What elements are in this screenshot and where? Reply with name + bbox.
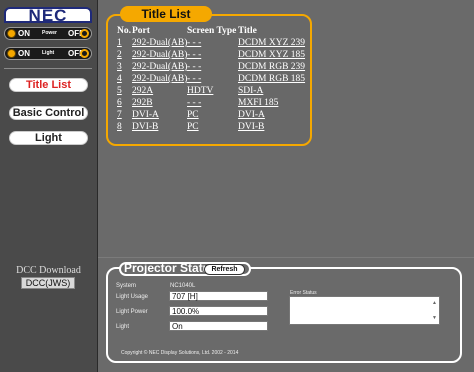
power-on-label: ON	[18, 29, 30, 38]
row-type-link[interactable]: PC	[187, 110, 199, 120]
light-usage-field: 707 [H]	[169, 291, 268, 301]
table-row: 2 292-Dual(AB) - - - DCDM XYZ 185	[117, 50, 312, 62]
nav-basic-control[interactable]: Basic Control	[9, 106, 88, 120]
dcc-jws-button[interactable]: DCC(JWS)	[21, 277, 75, 289]
nav-title-list[interactable]: Title List	[9, 78, 88, 92]
row-port-link[interactable]: 292-Dual(AB)	[132, 74, 187, 84]
row-port-link[interactable]: 292B	[132, 98, 153, 108]
light-usage-label: Light Usage	[116, 294, 149, 300]
table-row: 4 292-Dual(AB) - - - DCDM RGB 185	[117, 74, 312, 86]
light-toggle[interactable]: ON Light OFF	[4, 47, 92, 60]
projector-status-heading: Projector Status	[124, 261, 217, 275]
header-screen-type: Screen Type	[187, 26, 237, 36]
logo-text: NEC	[28, 6, 68, 25]
scroll-down-icon[interactable]: ▼	[432, 315, 437, 321]
row-no-link[interactable]: 8	[117, 122, 122, 132]
dcc-download-title: DCC Download	[16, 265, 81, 276]
row-type-link[interactable]: - - -	[187, 98, 201, 108]
title-list-heading: Title List	[120, 6, 212, 22]
header-port: Port	[132, 26, 150, 36]
row-no-link[interactable]: 3	[117, 62, 122, 72]
light-power-label: Light Power	[116, 309, 148, 315]
row-type-link[interactable]: - - -	[187, 74, 201, 84]
scroll-up-icon[interactable]: ▲	[432, 300, 437, 306]
table-row: 5 292A HDTV SDI-A	[117, 86, 312, 98]
table-row: 8 DVI-B PC DVI-B	[117, 122, 312, 134]
row-title-link[interactable]: SDI-A	[238, 86, 263, 96]
row-no-link[interactable]: 4	[117, 74, 122, 84]
row-title-link[interactable]: DCDM XYZ 239	[238, 38, 305, 48]
error-status-textarea[interactable]: ▲ ▼	[289, 296, 440, 325]
power-on-indicator-icon	[7, 29, 16, 38]
light-label: Light	[116, 324, 130, 330]
light-off-indicator-icon	[80, 49, 89, 58]
row-title-link[interactable]: DCDM RGB 239	[238, 62, 305, 72]
row-title-link[interactable]: MXFI 185	[238, 98, 278, 108]
system-value: NC1040L	[170, 283, 196, 289]
power-label: Power	[42, 30, 58, 36]
light-power-field: 100.0%	[169, 306, 268, 316]
power-off-indicator-icon	[80, 29, 89, 38]
row-no-link[interactable]: 1	[117, 38, 122, 48]
row-type-link[interactable]: - - -	[187, 38, 201, 48]
row-title-link[interactable]: DVI-B	[238, 122, 264, 132]
sidebar-divider	[4, 68, 92, 69]
light-label: Light	[42, 50, 55, 56]
row-port-link[interactable]: DVI-A	[132, 110, 159, 120]
row-title-link[interactable]: DVI-A	[238, 110, 265, 120]
row-type-link[interactable]: - - -	[187, 62, 201, 72]
row-no-link[interactable]: 6	[117, 98, 122, 108]
row-title-link[interactable]: DCDM RGB 185	[238, 74, 305, 84]
row-no-link[interactable]: 7	[117, 110, 122, 120]
system-label: System	[116, 283, 137, 289]
row-port-link[interactable]: 292-Dual(AB)	[132, 38, 187, 48]
table-row: 3 292-Dual(AB) - - - DCDM RGB 239	[117, 62, 312, 74]
row-port-link[interactable]: 292-Dual(AB)	[132, 50, 187, 60]
row-no-link[interactable]: 2	[117, 50, 122, 60]
refresh-button[interactable]: Refresh	[204, 264, 245, 275]
row-port-link[interactable]: DVI-B	[132, 122, 158, 132]
table-row: 6 292B - - - MXFI 185	[117, 98, 312, 110]
light-on-label: ON	[18, 49, 30, 58]
power-toggle[interactable]: ON Power OFF	[4, 27, 92, 40]
copyright-text: Copyright © NEC Display Solutions, Ltd. …	[121, 350, 239, 356]
row-port-link[interactable]: 292-Dual(AB)	[132, 62, 187, 72]
table-row: 7 DVI-A PC DVI-A	[117, 110, 312, 122]
light-field: On	[169, 321, 268, 331]
nec-logo: NEC	[4, 6, 92, 25]
row-type-link[interactable]: HDTV	[187, 86, 213, 96]
header-no: No.	[117, 26, 131, 36]
nav-light[interactable]: Light	[9, 131, 88, 145]
row-port-link[interactable]: 292A	[132, 86, 153, 96]
light-on-indicator-icon	[7, 49, 16, 58]
divider	[98, 257, 474, 258]
row-title-link[interactable]: DCDM XYZ 185	[238, 50, 305, 60]
table-row: 1 292-Dual(AB) - - - DCDM XYZ 239	[117, 38, 312, 50]
row-type-link[interactable]: - - -	[187, 50, 201, 60]
divider	[97, 0, 98, 372]
header-title: Title	[238, 26, 257, 36]
row-type-link[interactable]: PC	[187, 122, 199, 132]
row-no-link[interactable]: 5	[117, 86, 122, 96]
